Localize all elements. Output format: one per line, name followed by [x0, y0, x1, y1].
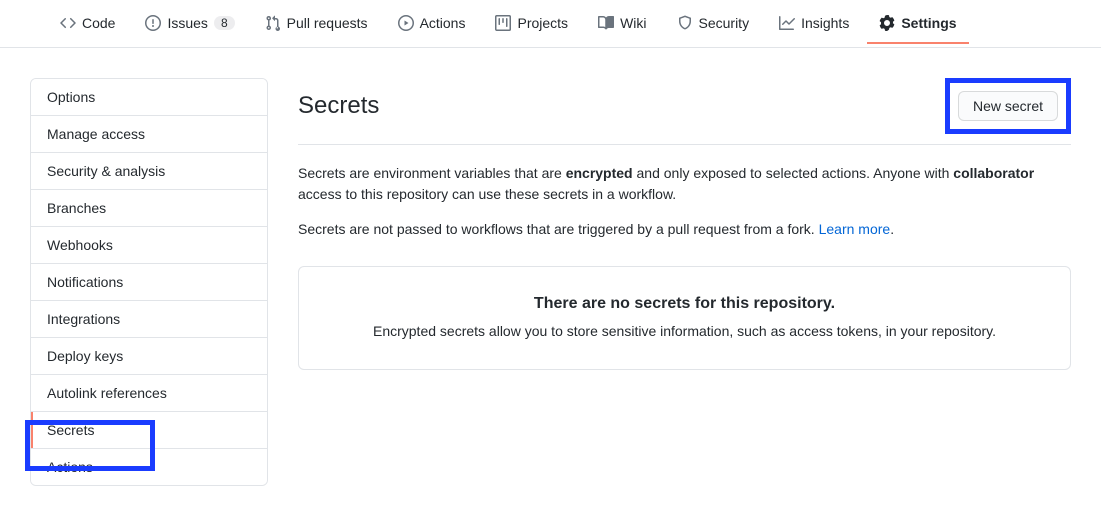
sidebar-item-manage-access[interactable]: Manage access: [31, 116, 267, 153]
shield-icon: [677, 15, 693, 31]
sidebar-item-label: Branches: [47, 200, 106, 216]
sidebar-item-notifications[interactable]: Notifications: [31, 264, 267, 301]
tab-label: Insights: [801, 16, 849, 30]
tab-insights[interactable]: Insights: [767, 3, 861, 44]
sidebar-item-label: Deploy keys: [47, 348, 123, 364]
settings-sidebar: Options Manage access Security & analysi…: [30, 78, 268, 486]
repo-tabs: Code Issues 8 Pull requests Actions Proj…: [0, 0, 1101, 48]
code-icon: [60, 15, 76, 31]
tab-security[interactable]: Security: [665, 3, 762, 44]
main-header: Secrets New secret: [298, 78, 1071, 145]
learn-more-link[interactable]: Learn more: [819, 221, 891, 237]
sidebar-item-label: Options: [47, 89, 95, 105]
sidebar-item-security-analysis[interactable]: Security & analysis: [31, 153, 267, 190]
secrets-description-1: Secrets are environment variables that a…: [298, 163, 1071, 205]
sidebar-item-deploy-keys[interactable]: Deploy keys: [31, 338, 267, 375]
empty-state-body: Encrypted secrets allow you to store sen…: [323, 323, 1046, 339]
tab-projects[interactable]: Projects: [483, 3, 580, 44]
sidebar-item-options[interactable]: Options: [31, 79, 267, 116]
secrets-empty-state: There are no secrets for this repository…: [298, 266, 1071, 370]
tab-issues[interactable]: Issues 8: [133, 3, 246, 44]
book-icon: [598, 15, 614, 31]
tab-code[interactable]: Code: [48, 3, 127, 44]
main-content: Secrets New secret Secrets are environme…: [298, 78, 1071, 370]
git-pull-request-icon: [265, 15, 281, 31]
tab-wiki[interactable]: Wiki: [586, 3, 658, 44]
sidebar-item-label: Notifications: [47, 274, 123, 290]
sidebar-item-secrets[interactable]: Secrets: [31, 412, 267, 449]
project-icon: [495, 15, 511, 31]
empty-state-title: There are no secrets for this repository…: [323, 295, 1046, 313]
tab-label: Wiki: [620, 16, 646, 30]
tab-label: Code: [82, 16, 115, 30]
sidebar-item-label: Manage access: [47, 126, 145, 142]
tab-settings[interactable]: Settings: [867, 3, 968, 44]
sidebar-item-integrations[interactable]: Integrations: [31, 301, 267, 338]
sidebar-item-autolink-references[interactable]: Autolink references: [31, 375, 267, 412]
sidebar-item-label: Security & analysis: [47, 163, 165, 179]
sidebar-item-actions[interactable]: Actions: [31, 449, 267, 485]
issue-icon: [145, 15, 161, 31]
sidebar-item-label: Webhooks: [47, 237, 113, 253]
sidebar-item-branches[interactable]: Branches: [31, 190, 267, 227]
tab-label: Pull requests: [287, 16, 368, 30]
tab-label: Issues: [167, 16, 207, 30]
page-title: Secrets: [298, 92, 379, 120]
gear-icon: [879, 15, 895, 31]
tab-actions[interactable]: Actions: [386, 3, 478, 44]
sidebar-item-webhooks[interactable]: Webhooks: [31, 227, 267, 264]
sidebar-item-label: Secrets: [47, 422, 94, 438]
play-icon: [398, 15, 414, 31]
sidebar-item-label: Integrations: [47, 311, 120, 327]
tab-label: Actions: [420, 16, 466, 30]
tab-pull-requests[interactable]: Pull requests: [253, 3, 380, 44]
page-body: Options Manage access Security & analysi…: [0, 48, 1101, 516]
sidebar-item-label: Autolink references: [47, 385, 167, 401]
issues-count: 8: [214, 16, 235, 30]
tab-label: Security: [699, 16, 750, 30]
sidebar-item-label: Actions: [47, 459, 93, 475]
highlight-new-secret: New secret: [945, 78, 1071, 134]
new-secret-button[interactable]: New secret: [958, 91, 1058, 121]
tab-label: Settings: [901, 16, 956, 30]
secrets-description-2: Secrets are not passed to workflows that…: [298, 219, 1071, 240]
tab-label: Projects: [517, 16, 568, 30]
graph-icon: [779, 15, 795, 31]
